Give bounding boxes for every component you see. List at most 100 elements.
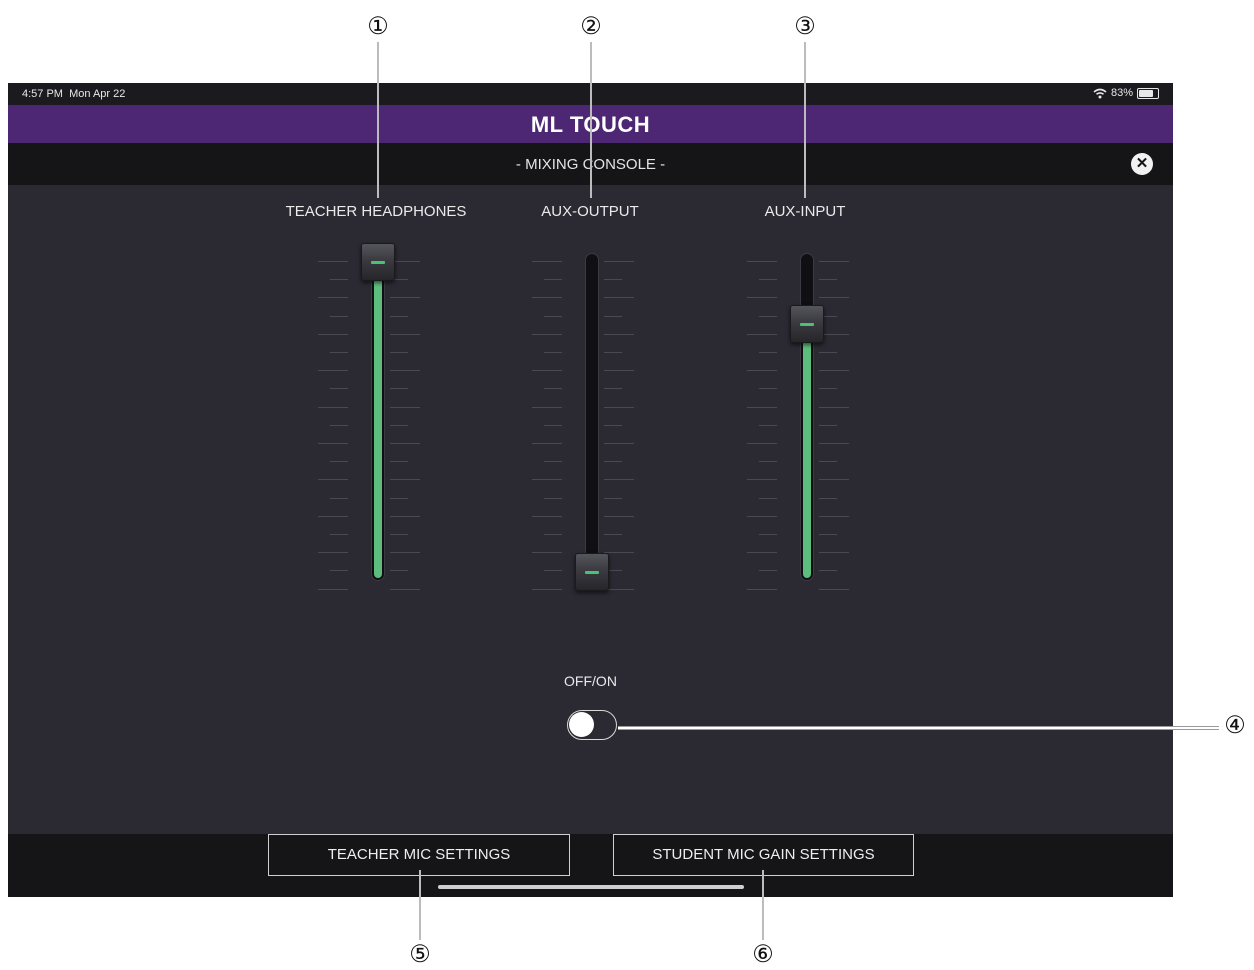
scale-tick (318, 406, 348, 408)
callout-5: ⑤ (409, 941, 431, 968)
home-indicator (438, 885, 744, 889)
scale-tick (544, 534, 562, 535)
scale-tick (759, 497, 777, 499)
knob-indicator (585, 571, 599, 574)
scale-tick (759, 352, 777, 353)
scale-tick (819, 552, 849, 554)
scale-tick (819, 479, 849, 481)
wifi-icon (1093, 88, 1107, 98)
scale-tick (390, 570, 408, 572)
toggle-thumb (569, 712, 594, 737)
scale-tick (330, 424, 348, 426)
scale-tick (747, 443, 777, 444)
scale-tick (819, 370, 849, 372)
scale-tick (747, 515, 777, 517)
fader-knob[interactable] (575, 553, 609, 591)
scale-tick (390, 352, 408, 353)
scale-tick (318, 443, 348, 444)
scale-tick (532, 297, 562, 299)
scale-tick (390, 534, 408, 535)
scale-tick (604, 406, 634, 408)
channel-label-teacher-headphones: TEACHER HEADPHONES (285, 203, 467, 220)
scale-tick (318, 479, 348, 481)
scale-tick (390, 333, 420, 335)
scale-tick (318, 370, 348, 372)
scale-tick (759, 388, 777, 390)
fader-aux-input[interactable] (747, 243, 867, 603)
callout-line-4 (618, 726, 1219, 730)
scale-tick (390, 497, 408, 499)
scale-tick (759, 534, 777, 535)
channel-label-aux-output: AUX-OUTPUT (541, 203, 639, 220)
scale-tick (390, 552, 420, 554)
scale-tick (330, 534, 348, 535)
scale-tick (390, 461, 408, 463)
scale-tick (544, 424, 562, 426)
scale-tick (604, 461, 622, 463)
scale-tick (532, 479, 562, 481)
scale-tick (604, 424, 622, 426)
callout-4: ④ (1224, 712, 1246, 739)
scale-tick (330, 461, 348, 463)
scale-tick (390, 388, 408, 390)
scale-tick (390, 479, 420, 481)
callout-line-2 (590, 42, 592, 198)
scale-tick (390, 515, 420, 517)
status-date: Mon Apr 22 (69, 88, 126, 100)
scale-tick (819, 497, 837, 499)
scale-tick (532, 515, 562, 517)
scale-tick (604, 315, 622, 317)
status-clock: 4:57 PM (22, 88, 63, 100)
scale-tick (819, 352, 837, 353)
scale-tick (819, 279, 837, 281)
scale-tick (330, 570, 348, 572)
scale-tick (759, 315, 777, 317)
scale-tick (544, 279, 562, 281)
scale-tick (819, 261, 849, 262)
scale-tick (819, 534, 837, 535)
scale-tick (532, 333, 562, 335)
scale-tick (747, 261, 777, 262)
status-indicators: 83% (1093, 87, 1159, 99)
callout-line-1 (377, 42, 379, 198)
scale-tick (390, 406, 420, 408)
scale-tick (318, 297, 348, 299)
scale-tick (819, 297, 849, 299)
knob-indicator (800, 323, 814, 326)
scale-tick (604, 479, 634, 481)
fader-level-fill (374, 262, 382, 578)
scale-tick (604, 261, 634, 262)
scale-tick (390, 443, 420, 444)
fader-knob[interactable] (790, 305, 824, 343)
fader-aux-output[interactable] (532, 243, 652, 603)
scale-tick (318, 261, 348, 262)
scale-tick (819, 424, 837, 426)
scale-tick (747, 333, 777, 335)
scale-tick (819, 588, 849, 590)
scale-tick (747, 552, 777, 554)
callout-line-5 (419, 870, 421, 940)
scale-tick (544, 570, 562, 572)
fader-knob[interactable] (361, 243, 395, 281)
scale-tick (318, 552, 348, 554)
close-icon: ✕ (1135, 155, 1149, 172)
scale-tick (532, 443, 562, 444)
scale-tick (544, 461, 562, 463)
scale-tick (604, 534, 622, 535)
scale-tick (330, 315, 348, 317)
fader-teacher-headphones[interactable] (318, 243, 438, 603)
scale-tick (532, 588, 562, 590)
scale-tick (604, 370, 634, 372)
fader-track[interactable] (585, 253, 599, 581)
power-toggle[interactable] (567, 710, 617, 740)
battery-fill (1139, 89, 1153, 97)
scale-tick (532, 406, 562, 408)
scale-tick (604, 297, 634, 299)
scale-tick (604, 279, 622, 281)
scale-tick (390, 370, 420, 372)
scale-tick (532, 261, 562, 262)
battery-icon (1137, 87, 1159, 99)
callout-3: ③ (794, 13, 816, 40)
close-button[interactable]: ✕ (1131, 153, 1153, 175)
callout-line-6 (762, 870, 764, 940)
